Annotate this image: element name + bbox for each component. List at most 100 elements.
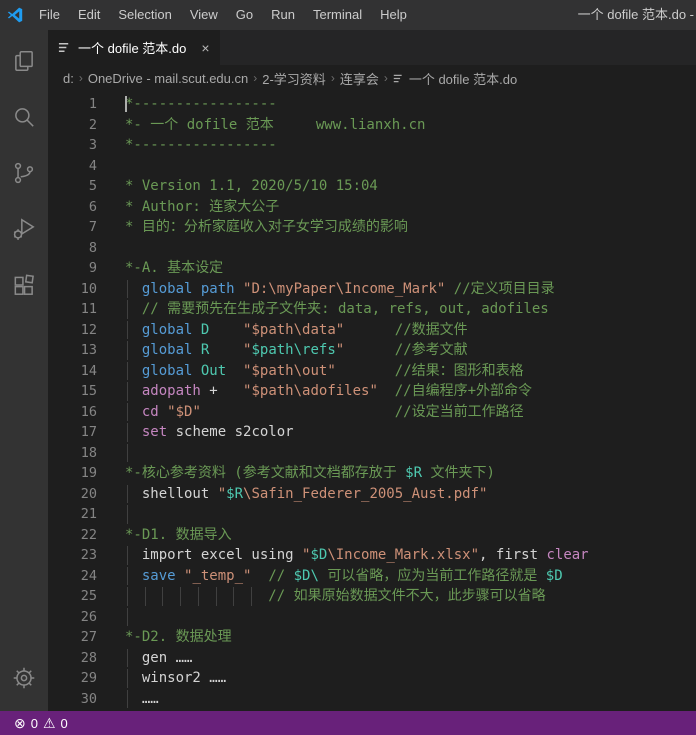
breadcrumb-item[interactable]: 2-学习资料 — [262, 69, 326, 88]
explorer-icon[interactable] — [0, 36, 48, 86]
code-line[interactable]: 21 — [48, 504, 696, 525]
code-line[interactable]: 15 adopath + "$path\adofiles" //自编程序+外部命… — [48, 381, 696, 402]
code-line[interactable]: 23 import excel using "$D\Income_Mark.xl… — [48, 545, 696, 566]
indent-guide — [197, 587, 199, 606]
menu-go[interactable]: Go — [227, 0, 262, 30]
line-number: 5 — [88, 178, 97, 194]
breadcrumb-separator: › — [330, 71, 335, 85]
menu-run[interactable]: Run — [262, 0, 304, 30]
problems-indicator[interactable]: ⊗ 0 ⚠ 0 — [10, 711, 72, 735]
indent-guide — [127, 566, 128, 585]
code-line[interactable]: 17 set scheme s2color — [48, 422, 696, 443]
code-text: import excel using "$D\Income_Mark.xlsx"… — [125, 546, 589, 565]
indent-guide — [127, 607, 128, 626]
code-line[interactable]: 7 * 目的：分析家庭收入对子女学习成绩的影响 — [48, 217, 696, 238]
code-line[interactable]: 6 * Author: 连家大公子 — [48, 197, 696, 218]
search-icon[interactable] — [0, 92, 48, 142]
editor[interactable]: 1 *----------------- 2 *- 一个 dofile 范本 www.… — [48, 91, 696, 711]
line-number: 13 — [80, 342, 97, 358]
menu-terminal[interactable]: Terminal — [304, 0, 371, 30]
code-line[interactable]: 13 global R "$path\refs" //参考文献 — [48, 340, 696, 361]
code-line[interactable]: 5 * Version 1.1, 2020/5/10 15:04 — [48, 176, 696, 197]
code-line[interactable]: 27 *-D2. 数据处理 — [48, 627, 696, 648]
line-number: 23 — [80, 547, 97, 563]
code-line[interactable]: 29 winsor2 …… — [48, 668, 696, 689]
manage-gear-icon[interactable] — [0, 653, 48, 703]
breadcrumb-item[interactable]: OneDrive - mail.scut.edu.cn — [88, 71, 248, 86]
code-line[interactable]: 28 gen …… — [48, 648, 696, 669]
line-number: 12 — [80, 321, 97, 338]
menu-help[interactable]: Help — [371, 0, 416, 30]
breadcrumb-item[interactable]: d: — [63, 71, 74, 86]
code-text: *----------------- — [125, 96, 277, 112]
line-number: 7 — [88, 219, 97, 235]
line-number: 2 — [88, 116, 97, 133]
tab-bar: 一个 dofile 范本.do × — [48, 30, 696, 65]
code-text: * 目的：分析家庭收入对子女学习成绩的影响 — [125, 219, 408, 235]
line-number: 20 — [80, 485, 97, 502]
code-text: cd "$D" //设定当前工作路径 — [125, 402, 696, 423]
breadcrumb-item[interactable]: 连享会 — [340, 69, 379, 88]
line-number: 16 — [80, 403, 97, 420]
code-line[interactable]: 9 *-A. 基本设定 — [48, 258, 696, 279]
code-line[interactable]: 30 …… — [48, 689, 696, 710]
breadcrumb-separator: › — [383, 71, 388, 85]
code-line[interactable]: 16 cd "$D" //设定当前工作路径 — [48, 402, 696, 423]
breadcrumb-file[interactable]: 一个 dofile 范本.do — [393, 69, 517, 88]
code-line[interactable]: 26 — [48, 607, 696, 628]
code-line[interactable]: 1 *----------------- — [48, 94, 696, 115]
line-number: 3 — [88, 137, 97, 153]
code-line[interactable]: 10 global path "D:\myPaper\Income_Mark" … — [48, 279, 696, 300]
code-text: *-核心参考资料 (参考文献和文档都存放于 $R 文件夹下) — [125, 465, 495, 481]
indent-guide — [127, 402, 128, 421]
error-count: 0 — [30, 715, 38, 731]
line-number: 21 — [80, 506, 97, 522]
code-text: save "_temp_" // $D\ 可以省略，应为当前工作路径就是 $D — [125, 566, 696, 587]
menu-file[interactable]: File — [30, 0, 69, 30]
code-line[interactable]: 4 — [48, 156, 696, 177]
extensions-icon[interactable] — [0, 260, 48, 310]
code-line[interactable]: 12 global D "$path\data" //数据文件 — [48, 320, 696, 341]
line-number: 9 — [88, 260, 97, 276]
title-bar: File Edit Selection View Go Run Terminal Help 一… — [0, 0, 696, 30]
indent-guide — [127, 300, 128, 319]
text-cursor — [125, 96, 127, 112]
code-text: *-A. 基本设定 — [125, 260, 224, 276]
code-line[interactable]: 8 — [48, 238, 696, 259]
code-line[interactable]: 19 *-核心参考资料 (参考文献和文档都存放于 $R 文件夹下) — [48, 463, 696, 484]
tab-dofile[interactable]: 一个 dofile 范本.do × — [48, 30, 220, 65]
indent-guide — [127, 505, 128, 524]
code-line[interactable]: 24 save "_temp_" // $D\ 可以省略，应为当前工作路径就是 … — [48, 566, 696, 587]
indent-guide — [233, 587, 235, 606]
menu-selection[interactable]: Selection — [109, 0, 180, 30]
code-line[interactable]: 2 *- 一个 dofile 范本 www.lianxh.cn — [48, 115, 696, 136]
run-and-debug-icon[interactable] — [0, 204, 48, 254]
source-control-icon[interactable] — [0, 148, 48, 198]
menu-edit[interactable]: Edit — [69, 0, 109, 30]
code-line[interactable]: 11 // 需要预先在生成子文件夹: data, refs, out, adof… — [48, 299, 696, 320]
code-text: global Out "$path\out" //结果：图形和表格 — [125, 361, 696, 382]
indent-guide — [127, 320, 128, 339]
line-number: 11 — [80, 301, 97, 317]
code-line[interactable]: 3 *----------------- — [48, 135, 696, 156]
code-line[interactable]: 14 global Out "$path\out" //结果：图形和表格 — [48, 361, 696, 382]
indent-guide — [127, 443, 128, 462]
code-text: // 如果原始数据文件不大，此步骤可以省略 — [125, 586, 696, 607]
indent-guide — [127, 279, 128, 298]
code-text: *----------------- — [125, 137, 277, 153]
tab-close-icon[interactable]: × — [201, 40, 209, 56]
indent-guide — [180, 587, 182, 606]
code-line[interactable]: 20 shellout "$R\Safin_Federer_2005_Aust.… — [48, 484, 696, 505]
indent-guide — [127, 669, 128, 688]
menu-view[interactable]: View — [181, 0, 227, 30]
code-line[interactable]: 22 *-D1. 数据导入 — [48, 525, 696, 546]
warning-icon: ⚠ — [42, 715, 56, 731]
indent-guide — [127, 648, 128, 667]
line-number: 28 — [80, 649, 97, 666]
code-line[interactable]: 18 — [48, 443, 696, 464]
code-text: adopath + "$path\adofiles" //自编程序+外部命令 — [125, 381, 696, 402]
line-number: 14 — [80, 362, 97, 379]
code-text: gen …… — [125, 648, 193, 667]
code-line[interactable]: 25 // 如果原始数据文件不大，此步骤可以省略 — [48, 586, 696, 607]
